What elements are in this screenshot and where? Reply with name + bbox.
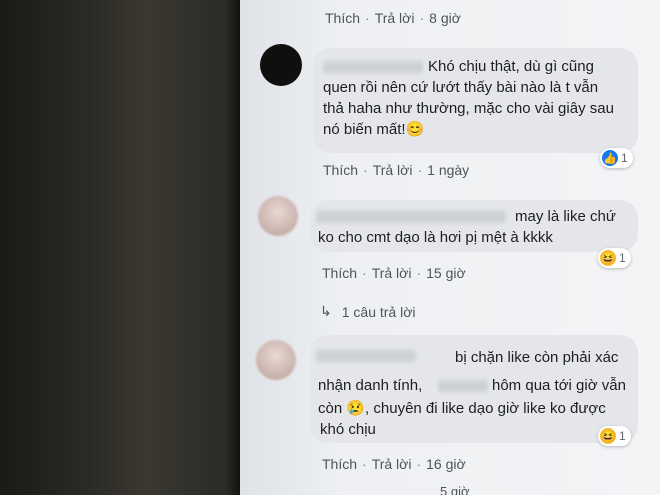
separator-dot: ·: [419, 10, 425, 26]
comment-text-line: nhận danh tính,: [318, 377, 423, 394]
comment-text-line: còn 😢, chuyên đi like dạo giờ like ko đư…: [318, 398, 606, 419]
reply-arrow-icon: ↳: [320, 303, 332, 319]
separator-dot: ·: [362, 456, 367, 472]
avatar[interactable]: [260, 44, 302, 86]
comment-time: 15 giờ: [426, 265, 466, 281]
reaction-badge[interactable]: 😆 1: [598, 426, 631, 446]
comment-actions: Thích · Trả lời · 15 giờ: [322, 265, 466, 281]
comment-text-line: ko cho cmt dạo là hơi pị mệt à kkkk: [318, 229, 553, 246]
comment-time: 1 ngày: [427, 162, 470, 178]
comment-text: còn: [318, 400, 343, 417]
comment-bubble: may là like chứ ko cho cmt dạo là hơi pị…: [310, 200, 638, 252]
reaction-badge[interactable]: 😆 1: [598, 248, 631, 268]
reaction-count: 1: [621, 151, 628, 165]
comment-time: 5 giờ: [440, 484, 470, 495]
reply-link[interactable]: Trả lời: [373, 162, 413, 178]
avatar[interactable]: [258, 196, 298, 236]
view-replies-link[interactable]: ↳ 1 câu trả lời: [320, 303, 416, 320]
separator-dot: ·: [363, 162, 368, 178]
like-link[interactable]: Thích: [323, 162, 358, 178]
comment-text: , chuyên đi like dạo giờ like ko được: [365, 400, 606, 417]
comment-bubble: bị chặn like còn phải xác nhận danh tính…: [310, 335, 638, 443]
haha-icon: 😆: [600, 250, 616, 266]
comment-actions: Thích · Trả lời · 16 giờ: [322, 456, 466, 472]
avatar[interactable]: [256, 340, 296, 380]
comment-text-line: bị chặn like còn phải xác: [455, 349, 619, 366]
comment-actions: Thích · Trả lời · 1 ngày: [323, 162, 469, 178]
smile-emoji-icon: 😊: [405, 121, 425, 138]
redacted-name: [316, 210, 506, 224]
comment-time: 16 giờ: [426, 456, 466, 472]
like-link[interactable]: Thích: [322, 456, 357, 472]
separator-dot: ·: [362, 265, 367, 281]
reply-link[interactable]: Trả lời: [372, 456, 412, 472]
reply-link[interactable]: Trả lời: [372, 265, 412, 281]
separator-dot: ·: [416, 265, 422, 281]
redacted-name: [323, 60, 423, 74]
redacted-name: [316, 349, 416, 363]
comment-text-line: thả haha như thường, mặc cho vài giây sa…: [323, 100, 614, 117]
comment-text-line: Khó chịu thật, dù gì cũng: [428, 58, 594, 75]
comment-time: 8 giờ: [429, 10, 461, 26]
like-link[interactable]: Thích: [322, 265, 357, 281]
separator-dot: ·: [365, 10, 370, 26]
comment-text-line: khó chịu: [320, 421, 376, 438]
reply-link[interactable]: Trả lời: [375, 10, 415, 26]
like-link[interactable]: Thích: [325, 10, 360, 26]
comment-bubble: Khó chịu thật, dù gì cũng quen rồi nên c…: [313, 48, 638, 153]
comment-text-line: may là like chứ: [515, 208, 616, 225]
separator-dot: ·: [416, 456, 422, 472]
redacted-name: [438, 379, 488, 393]
reaction-count: 1: [619, 429, 626, 443]
comment-text-line: hôm qua tới giờ vẫn: [492, 377, 626, 394]
haha-icon: 😆: [600, 428, 616, 444]
crying-emoji-icon: 😢: [346, 400, 366, 417]
separator-dot: ·: [417, 162, 423, 178]
reaction-count: 1: [619, 251, 626, 265]
comment-actions: Thích · Trả lời · 8 giờ: [325, 10, 461, 26]
like-icon: 👍: [602, 150, 618, 166]
comment-text: nó biến mất!: [323, 121, 406, 138]
reaction-badge[interactable]: 👍 1: [600, 148, 633, 168]
comment-text-line: nó biến mất!😊: [323, 119, 424, 140]
monitor-bezel: [0, 0, 240, 495]
comment-text-line: quen rồi nên cứ lướt thấy bài nào là t v…: [323, 79, 599, 96]
replies-count-label: 1 câu trả lời: [341, 303, 416, 320]
comment-thread: Thích · Trả lời · 8 giờ Khó chịu thật, dù gì…: [240, 0, 660, 495]
